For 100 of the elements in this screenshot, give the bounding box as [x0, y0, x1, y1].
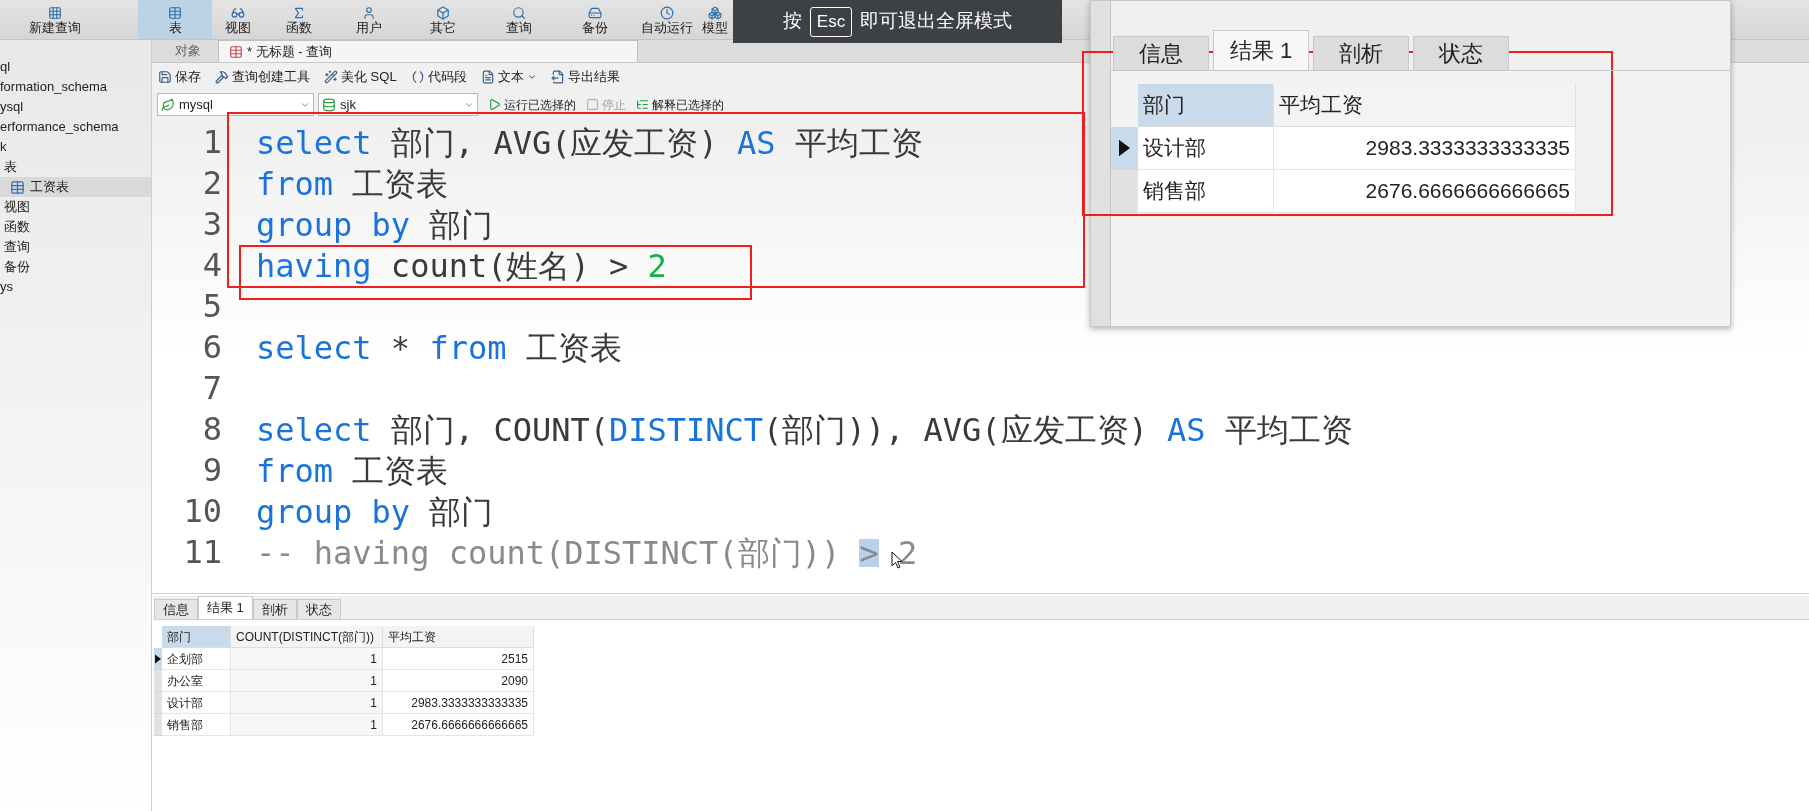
row-pointer-icon — [155, 653, 161, 664]
toolbar-button[interactable]: 文本 — [480, 67, 537, 87]
column-header[interactable]: 平均工资 — [383, 626, 534, 648]
toolbar-button[interactable]: 模型 — [700, 0, 730, 39]
table-cell: 2676.6666666666665 — [383, 714, 534, 736]
table-cell: 销售部 — [1138, 170, 1274, 213]
toolbar-button[interactable]: 新建查询 — [0, 0, 110, 39]
drive-icon — [586, 6, 604, 20]
tree-item[interactable]: 函数 — [0, 217, 151, 237]
explain-icon — [636, 98, 649, 111]
column-header[interactable]: COUNT(DISTINCT(部门)) — [231, 626, 383, 648]
object-tab[interactable]: * 无标题 - 查询 — [218, 40, 638, 62]
fullscreen-hint: 按 Esc 即可退出全屏模式 — [733, 0, 1062, 43]
table-cell: 销售部 — [162, 714, 231, 736]
line-number: 7 — [201, 368, 222, 409]
code-line: from 工资表 — [256, 169, 449, 198]
line-number: 2 — [201, 163, 222, 204]
column-header[interactable]: 部门 — [162, 626, 231, 648]
parentheses-icon — [410, 70, 425, 84]
hammer-icon — [215, 70, 229, 84]
table-cell: 1 — [231, 648, 383, 670]
tree-item[interactable]: k — [0, 137, 151, 157]
toolbar-button[interactable]: 查询 — [480, 0, 557, 39]
table-icon — [10, 179, 25, 195]
toolbar-button[interactable]: 美化 SQL — [324, 67, 397, 87]
line-number: 9 — [201, 450, 222, 491]
table-cell: 2983.3333333333335 — [1274, 127, 1576, 170]
tab[interactable]: 状态 — [296, 599, 341, 619]
toolbar-button[interactable]: 用户 — [333, 0, 405, 39]
tree-item[interactable]: 备份 — [0, 257, 151, 277]
table-cell: 企划部 — [162, 648, 231, 670]
connection-dropdown[interactable]: mysql — [157, 93, 314, 116]
table-cell: 2983.3333333333335 — [383, 692, 534, 714]
toolbar-button[interactable]: 函数 — [264, 0, 333, 39]
line-number: 5 — [201, 286, 222, 327]
column-header[interactable]: 部门 — [1138, 84, 1274, 127]
table-cell: 2515 — [383, 648, 534, 670]
tree-item[interactable]: 视图 — [0, 197, 151, 217]
cubes-icon — [706, 6, 724, 20]
export-icon — [550, 70, 565, 84]
table-icon — [229, 44, 243, 59]
tree-item[interactable]: 表 — [0, 157, 151, 177]
toolbar-button[interactable]: 导出结果 — [550, 67, 620, 87]
table-cell: 1 — [231, 692, 383, 714]
tab[interactable]: 结果 1 — [198, 596, 253, 619]
toolbar-button[interactable]: 自动运行 — [633, 0, 700, 39]
toolbar-button[interactable]: 运行已选择的 — [488, 95, 576, 114]
tab[interactable]: 信息 — [1113, 36, 1209, 70]
line-number: 4 — [201, 245, 222, 286]
column-header[interactable]: 平均工资 — [1274, 84, 1576, 127]
tab[interactable]: 剖析 — [252, 599, 297, 619]
tab[interactable]: 状态 — [1413, 36, 1509, 70]
toolbar-button[interactable]: 备份 — [557, 0, 633, 39]
database-dropdown[interactable]: sjk — [318, 93, 478, 116]
tab[interactable]: 结果 1 — [1213, 30, 1309, 70]
line-number: 6 — [201, 327, 222, 368]
line-number: 8 — [201, 409, 222, 450]
save-icon — [158, 70, 172, 84]
tree-item[interactable]: ysql — [0, 97, 151, 117]
table-cell: 设计部 — [162, 692, 231, 714]
key-cap: Esc — [809, 6, 853, 37]
code-line: select 部门, COUNT(DISTINCT(部门)), AVG(应发工资) AS 平均工资 — [256, 415, 1353, 444]
row-pointer-icon — [1119, 139, 1130, 157]
database-icon — [322, 97, 336, 112]
toolbar-button[interactable]: 视图 — [212, 0, 264, 39]
table-cell: 2090 — [383, 670, 534, 692]
glasses-icon — [229, 6, 247, 20]
toolbar-button[interactable]: 保存 — [158, 67, 201, 87]
tree-item[interactable]: ql — [0, 57, 151, 77]
table-cell: 1 — [231, 670, 383, 692]
table-cell: 1 — [231, 714, 383, 736]
object-tab[interactable]: 对象 — [158, 40, 218, 62]
tree-item[interactable]: formation_schema — [0, 77, 151, 97]
grid-icon — [46, 6, 64, 20]
caret-icon — [526, 72, 537, 82]
tab[interactable]: 剖析 — [1313, 36, 1409, 70]
tree-item[interactable]: 工资表 — [0, 177, 151, 197]
toolbar-button[interactable]: 其它 — [405, 0, 480, 39]
tab[interactable]: 信息 — [154, 599, 198, 619]
table-cell: 办公室 — [162, 670, 231, 692]
code-line: select * from 工资表 — [256, 333, 622, 362]
line-number: 10 — [182, 491, 222, 532]
stop-icon — [586, 98, 599, 111]
code-line: from 工资表 — [256, 456, 449, 485]
toolbar-button[interactable]: 解释已选择的 — [636, 95, 724, 114]
tree-item[interactable]: ys — [0, 277, 151, 297]
code-line: select 部门, AVG(应发工资) AS 平均工资 — [256, 128, 923, 157]
table-cell: 2676.6666666666665 — [1274, 170, 1576, 213]
toolbar-button[interactable]: 表 — [138, 0, 212, 39]
play-icon — [488, 98, 501, 111]
document-icon — [480, 70, 495, 84]
toolbar-button[interactable]: 查询创建工具 — [215, 67, 310, 87]
line-number: 11 — [182, 532, 222, 573]
line-number: 3 — [201, 204, 222, 245]
tree-item[interactable]: 查询 — [0, 237, 151, 257]
leaf-icon — [161, 97, 175, 112]
table-icon — [166, 6, 184, 20]
tree-item[interactable]: erformance_schema — [0, 117, 151, 137]
row-indicator[interactable] — [1111, 127, 1138, 170]
toolbar-button[interactable]: 代码段 — [410, 67, 467, 87]
